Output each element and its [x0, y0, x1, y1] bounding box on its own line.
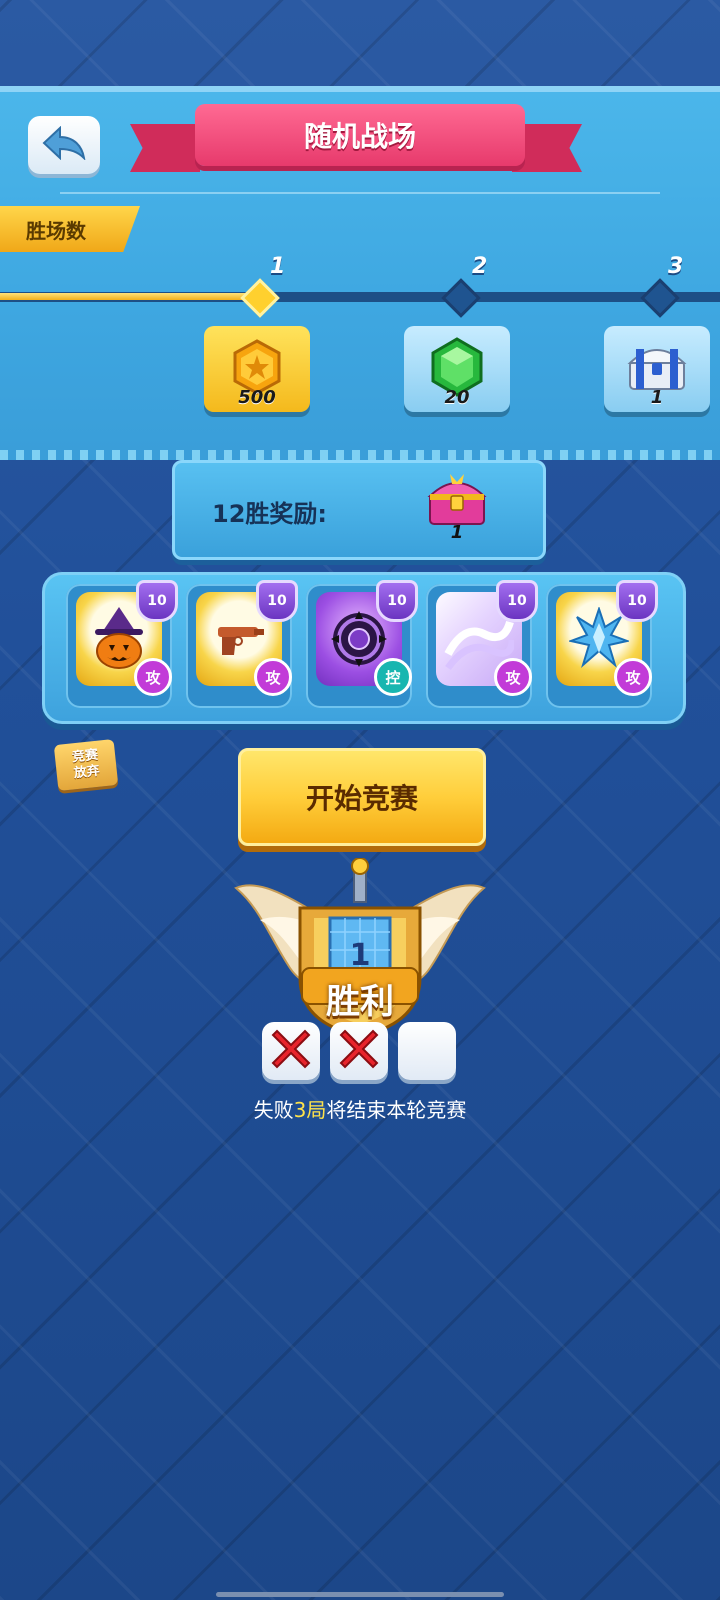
victory-label: 胜利	[326, 982, 394, 1022]
skill-card-4[interactable]: 10 攻	[426, 580, 538, 708]
red-x-icon	[337, 1027, 381, 1075]
back-button[interactable]	[28, 116, 100, 174]
skill-5-level: 10	[616, 580, 658, 622]
win12-reward-qty: 1	[450, 522, 464, 543]
skill-1-type: 攻	[134, 658, 172, 696]
back-arrow-icon	[42, 125, 86, 164]
skill-card-2[interactable]: 10 攻	[186, 580, 298, 708]
reward-qty-1: 500	[238, 387, 276, 408]
abandon-contest-button[interactable]: 竞赛 放弃	[53, 738, 119, 792]
milestone-reward-1[interactable]: 500	[204, 326, 310, 412]
abandon-line-2: 放弃	[73, 763, 101, 782]
milestone-number-2: 2	[472, 254, 488, 279]
page-title: 随机战场	[195, 104, 525, 166]
skill-card-3[interactable]: 10 控	[306, 580, 418, 708]
loss-slot-1	[262, 1022, 320, 1080]
home-indicator[interactable]	[216, 1592, 504, 1597]
milestone-reward-3[interactable]: 1	[604, 326, 710, 412]
reward-qty-3: 1	[650, 387, 664, 408]
loss-note-prefix: 失败	[253, 1098, 294, 1122]
wins-progress-fill	[0, 293, 255, 300]
header-divider	[60, 192, 660, 194]
skill-card-5[interactable]: 10 攻	[546, 580, 658, 708]
skill-2-type: 攻	[254, 658, 292, 696]
skill-3-level: 10	[376, 580, 418, 622]
skill-3-type: 控	[374, 658, 412, 696]
skill-1-level: 10	[136, 580, 178, 622]
loss-note-highlight: 3局	[293, 1098, 327, 1122]
milestone-number-1: 1	[270, 254, 286, 279]
loss-slot-2	[330, 1022, 388, 1080]
skill-4-type: 攻	[494, 658, 532, 696]
skill-5-type: 攻	[614, 658, 652, 696]
milestone-reward-2[interactable]: 20	[404, 326, 510, 412]
loss-rule-note: 失败3局将结束本轮竞赛	[160, 1094, 560, 1123]
reward-qty-2: 20	[444, 387, 470, 408]
win-count: 1	[349, 938, 371, 973]
skill-card-1[interactable]: 10 攻	[66, 580, 178, 708]
red-x-icon	[269, 1027, 313, 1075]
loss-slot-3	[398, 1022, 456, 1080]
skill-4-level: 10	[496, 580, 538, 622]
milestone-number-3: 3	[668, 254, 684, 279]
win12-reward-label: 12胜奖励:	[212, 500, 327, 528]
win12-reward-item[interactable]: 1	[424, 472, 490, 543]
wins-count-label: 胜场数	[0, 206, 140, 252]
skill-2-level: 10	[256, 580, 298, 622]
start-contest-button[interactable]: 开始竞赛	[238, 748, 486, 846]
loss-note-suffix: 将结束本轮竞赛	[326, 1098, 467, 1122]
